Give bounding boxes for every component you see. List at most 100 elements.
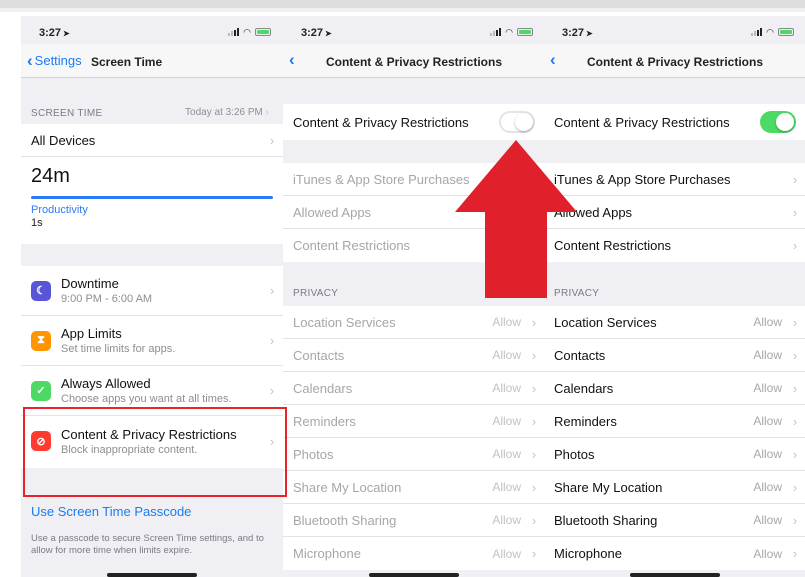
battery-icon [778, 28, 794, 36]
list-item-content-privacy[interactable]: ⊘ Content & Privacy Restrictions Block i… [21, 416, 283, 466]
row-label: Photos [293, 446, 334, 462]
list-item-photos[interactable]: Photos Allow › [283, 438, 545, 471]
list-item-contacts[interactable]: Contacts Allow › [283, 339, 545, 372]
checkmark-icon: ✓ [31, 380, 51, 401]
status-bar: 3:27 ➤ ◠ [283, 16, 545, 44]
passcode-footnote: Use a passcode to secure Screen Time set… [31, 533, 264, 556]
toggle-group: Content & Privacy Restrictions [544, 104, 805, 140]
restrictions-toggle[interactable] [760, 111, 796, 133]
home-indicator[interactable] [369, 573, 459, 577]
wifi-icon: ◠ [505, 27, 513, 37]
list-item-bluetooth[interactable]: Bluetooth Sharing Allow › [544, 504, 805, 537]
home-indicator[interactable] [630, 573, 720, 577]
usage-summary-card[interactable]: All Devices › 24m Productivity 1s [21, 124, 283, 244]
row-value: Allow [492, 480, 521, 494]
section-header: SCREEN TIME [31, 108, 103, 119]
list-item-location[interactable]: Location Services Allow › [544, 306, 805, 339]
list-item-reminders[interactable]: Reminders Allow › [283, 405, 545, 438]
list-item-location[interactable]: Location Services Allow › [283, 306, 545, 339]
feature-subtitle: Choose apps you want at all times. [61, 393, 232, 405]
chevron-right-icon: › [792, 413, 798, 429]
battery-icon [517, 28, 533, 36]
moon-icon: ☾ [31, 280, 51, 301]
toggle-label: Content & Privacy Restrictions [293, 114, 469, 130]
status-icons: ◠ [490, 27, 533, 37]
list-item-microphone[interactable]: Microphone Allow › [283, 537, 545, 570]
feature-title: Downtime [61, 276, 119, 291]
row-label: Share My Location [293, 479, 402, 495]
feature-title: Always Allowed [61, 376, 151, 391]
restrictions-toggle[interactable] [499, 111, 535, 133]
usage-total: 24m [31, 165, 70, 187]
list-item-always-allowed[interactable]: ✓ Always Allowed Choose apps you want at… [21, 366, 283, 416]
battery-icon [255, 28, 271, 36]
list-item-allowed-apps[interactable]: Allowed Apps › [544, 196, 805, 229]
list-item-app-limits[interactable]: ⧗ App Limits Set time limits for apps. › [21, 316, 283, 366]
row-label: Contacts [293, 347, 345, 363]
feature-title: App Limits [61, 326, 122, 341]
chevron-right-icon: › [792, 204, 798, 220]
row-value: Allow [492, 315, 521, 329]
list-item-calendars[interactable]: Calendars Allow › [544, 372, 805, 405]
restrict-icon: ⊘ [31, 431, 51, 451]
list-item-microphone[interactable]: Microphone Allow › [544, 537, 805, 570]
chevron-right-icon: › [792, 347, 798, 363]
list-item-share-location[interactable]: Share My Location Allow › [283, 471, 545, 504]
phone-restrictions-on: 3:27 ➤ ◠ ‹ Content & Privacy Restrictions… [544, 16, 805, 577]
all-devices-row[interactable]: All Devices › [21, 124, 283, 157]
chevron-right-icon: › [531, 413, 537, 429]
location-arrow-icon: ➤ [586, 29, 593, 38]
chevron-right-icon: › [792, 479, 798, 495]
status-icons: ◠ [751, 28, 794, 37]
row-value: Allow [753, 480, 782, 494]
row-label: Calendars [554, 380, 614, 396]
list-item-downtime[interactable]: ☾ Downtime 9:00 PM - 6:00 AM › [21, 266, 283, 316]
phone-screen-time: 3:27 ➤ ◠ ‹ Settings Screen Time SCREEN TI… [21, 16, 283, 577]
chevron-right-icon: › [792, 171, 798, 187]
content-privacy-toggle-row[interactable]: Content & Privacy Restrictions [283, 104, 545, 140]
row-label: Location Services [293, 314, 396, 330]
list-item-itunes[interactable]: iTunes & App Store Purchases › [544, 163, 805, 196]
features-list: ☾ Downtime 9:00 PM - 6:00 AM › ⧗ App Lim… [21, 266, 283, 468]
row-value: Allow [753, 381, 782, 395]
chevron-right-icon: › [531, 347, 537, 363]
chevron-right-icon: › [269, 333, 275, 348]
feature-subtitle: Block inappropriate content. [61, 443, 198, 456]
navigation-bar: ‹ Settings Screen Time [21, 44, 283, 78]
page-title: Screen Time [91, 55, 163, 69]
list-item-calendars[interactable]: Calendars Allow › [283, 372, 545, 405]
navigation-bar: ‹ Content & Privacy Restrictions [544, 44, 805, 78]
navigation-bar: ‹ Content & Privacy Restrictions [283, 44, 545, 78]
privacy-header: PRIVACY [293, 288, 339, 299]
row-value: Allow [492, 414, 521, 428]
usage-category-time: 1s [31, 217, 43, 229]
chevron-right-icon: › [792, 446, 798, 462]
status-time: 3:27 ➤ [39, 27, 70, 39]
content-privacy-toggle-row[interactable]: Content & Privacy Restrictions [544, 104, 805, 140]
row-value: Allow [492, 513, 521, 527]
list-item-bluetooth[interactable]: Bluetooth Sharing Allow › [283, 504, 545, 537]
home-indicator[interactable] [107, 573, 197, 577]
row-label: Calendars [293, 380, 353, 396]
page-title: Content & Privacy Restrictions [325, 55, 503, 69]
back-button-label: Settings [34, 53, 82, 68]
list-item-content-restrictions[interactable]: Content Restrictions › [544, 229, 805, 262]
chevron-left-icon: ‹ [27, 50, 33, 70]
list-item-contacts[interactable]: Contacts Allow › [544, 339, 805, 372]
list-item-reminders[interactable]: Reminders Allow › [544, 405, 805, 438]
chevron-right-icon: › [531, 380, 537, 396]
toggle-group: Content & Privacy Restrictions [283, 104, 545, 140]
chevron-right-icon: › [531, 446, 537, 462]
chevron-right-icon: › [792, 512, 798, 528]
chevron-right-icon: › [269, 283, 275, 298]
back-button[interactable]: ‹ Settings [27, 50, 82, 70]
row-label: Bluetooth Sharing [293, 512, 397, 528]
list-item-share-location[interactable]: Share My Location Allow › [544, 471, 805, 504]
row-label: Reminders [293, 413, 356, 429]
row-value: Allow [753, 414, 782, 428]
feature-title: Content & Privacy Restrictions [61, 426, 237, 442]
passcode-link[interactable]: Use Screen Time Passcode [31, 504, 191, 519]
list-item-photos[interactable]: Photos Allow › [544, 438, 805, 471]
chevron-right-icon: › [792, 380, 798, 396]
usage-timestamp[interactable]: Today at 3:26 PM › [185, 107, 269, 118]
